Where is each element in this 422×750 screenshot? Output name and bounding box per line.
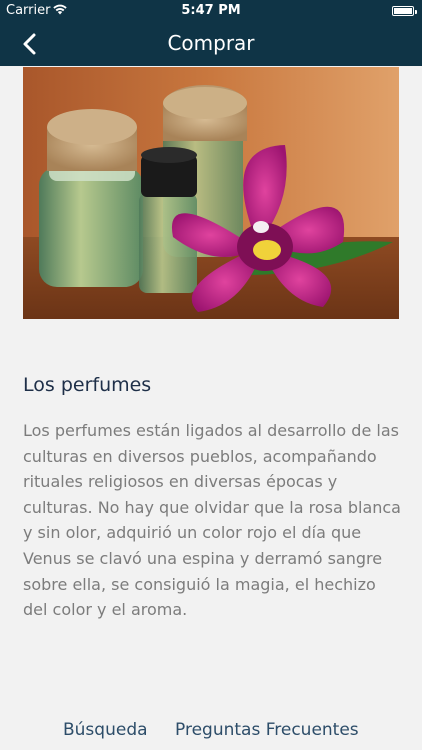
footer-links: Búsqueda Preguntas Frecuentes (0, 718, 422, 744)
hero-image (23, 67, 399, 319)
page-title: Comprar (167, 31, 255, 55)
article-body: Los perfumes están ligados al desarrollo… (23, 421, 401, 620)
battery-icon (392, 6, 417, 16)
article-heading: Los perfumes (23, 374, 152, 396)
clock: 5:47 PM (181, 3, 241, 18)
faq-link[interactable]: Preguntas Frecuentes (175, 720, 359, 740)
search-link[interactable]: Búsqueda (63, 720, 148, 740)
status-bar: Carrier 5:47 PM (0, 0, 422, 22)
navigation-bar: Comprar (0, 22, 422, 66)
header-bar: Carrier 5:47 PM Comprar (0, 0, 422, 66)
